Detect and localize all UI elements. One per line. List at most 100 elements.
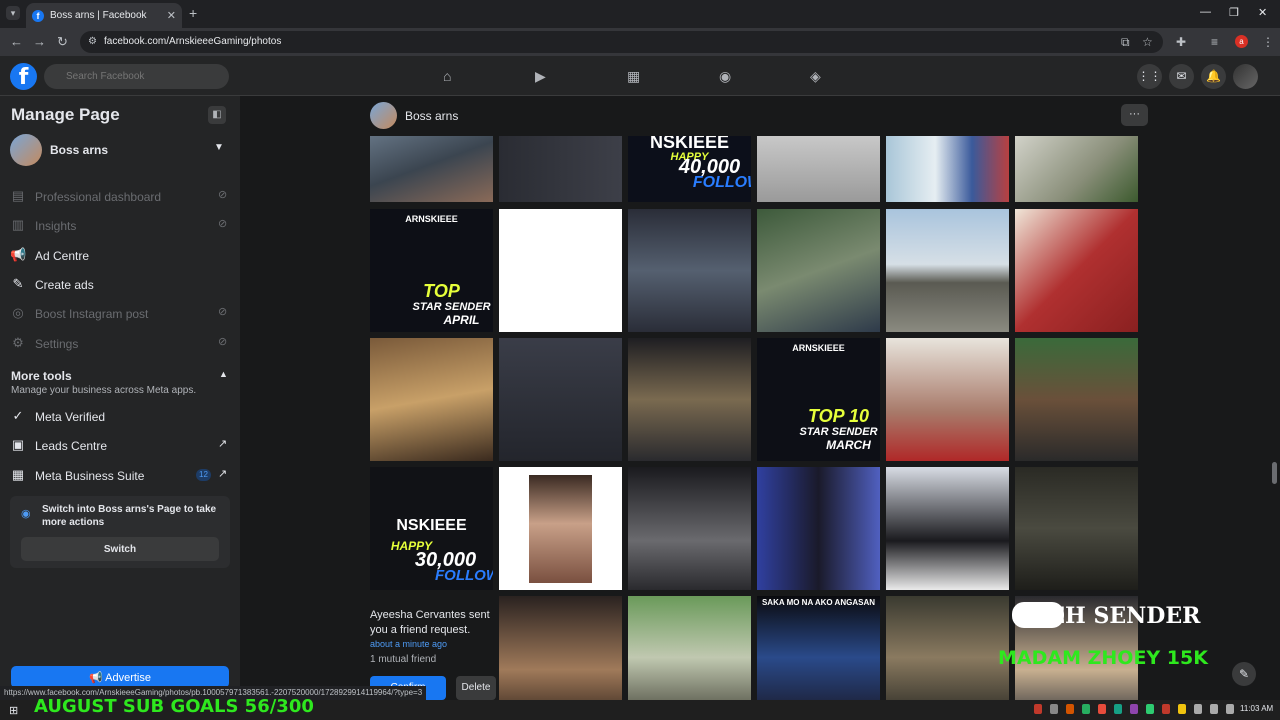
account-avatar[interactable]: [1233, 64, 1258, 89]
url-field[interactable]: ⚙ facebook.com/ArnskieeeGaming/photos: [80, 31, 1163, 53]
chevron-up-icon[interactable]: ▲: [219, 369, 228, 379]
browser-tab[interactable]: f Boss arns | Facebook ✕: [26, 3, 182, 28]
photo-thumbnail[interactable]: [1015, 209, 1138, 332]
sidebar-item-create-ads[interactable]: ✎ Create ads: [10, 274, 230, 296]
search-input[interactable]: [44, 64, 229, 89]
photo-thumbnail[interactable]: [499, 596, 622, 700]
photo-thumbnail[interactable]: NSKIEEE HAPPY 30,000 FOLLOW: [370, 467, 493, 590]
sidebar-item-meta-verified[interactable]: ✓ Meta Verified: [10, 406, 230, 428]
photo-thumbnail[interactable]: [499, 209, 622, 332]
battery-icon[interactable]: [1226, 704, 1234, 714]
notifications-icon[interactable]: 🔔: [1201, 64, 1226, 89]
marketplace-icon[interactable]: ▦: [627, 68, 640, 85]
sidebar-item-settings[interactable]: ⚙ Settings ⊘: [10, 333, 230, 355]
photo-thumbnail[interactable]: [757, 136, 880, 202]
tray-app-icon[interactable]: [1146, 704, 1154, 714]
cast-icon[interactable]: ⧉: [1121, 35, 1130, 50]
tray-app-icon[interactable]: [1098, 704, 1106, 714]
photo-thumbnail[interactable]: [370, 338, 493, 461]
gaming-icon[interactable]: ◈: [810, 68, 821, 85]
messenger-icon[interactable]: ✉: [1169, 64, 1194, 89]
photo-thumbnail[interactable]: [499, 467, 622, 590]
reload-icon[interactable]: ↻: [57, 34, 68, 50]
forward-icon[interactable]: →: [33, 34, 46, 49]
sidebar-item-ad-centre[interactable]: 📢 Ad Centre: [10, 245, 230, 267]
external-link-icon: ↗: [218, 438, 228, 450]
tray-app-icon[interactable]: [1130, 704, 1138, 714]
photo-caption: ARNSKIEEE: [792, 343, 845, 353]
photo-thumbnail[interactable]: [886, 596, 1009, 700]
facebook-favicon-icon: f: [32, 9, 44, 22]
tray-app-icon[interactable]: [1050, 704, 1058, 714]
photo-caption: STAR SENDER: [799, 426, 878, 438]
windows-start-icon[interactable]: ⊞: [9, 704, 18, 717]
photo-thumbnail[interactable]: [886, 467, 1009, 590]
minimize-icon[interactable]: —: [1200, 6, 1211, 18]
more-tools-heading[interactable]: More tools: [11, 369, 72, 383]
back-icon[interactable]: ←: [10, 34, 23, 49]
photo-thumbnail[interactable]: [628, 596, 751, 700]
menu-grid-icon[interactable]: ⋮⋮: [1137, 64, 1162, 89]
tray-app-icon[interactable]: [1178, 704, 1186, 714]
advertise-button[interactable]: 📢 Advertise: [11, 666, 229, 688]
media-control-icon[interactable]: ≡: [1211, 35, 1218, 49]
site-info-icon[interactable]: ⚙: [88, 31, 97, 53]
photo-thumbnail[interactable]: SAKA MO NA AKO ANGASAN: [757, 596, 880, 700]
photo-thumbnail[interactable]: [1015, 467, 1138, 590]
photo-thumbnail[interactable]: [370, 136, 493, 202]
tray-app-icon[interactable]: [1162, 704, 1170, 714]
page-header-avatar[interactable]: [370, 102, 397, 129]
facebook-logo-icon[interactable]: f: [10, 63, 37, 90]
photo-thumbnail[interactable]: [1015, 338, 1138, 461]
volume-icon[interactable]: [1210, 704, 1218, 714]
photo-thumbnail[interactable]: [499, 136, 622, 202]
photo-thumbnail[interactable]: [1015, 136, 1138, 202]
switch-button[interactable]: Switch: [21, 537, 219, 561]
tab-close-icon[interactable]: ✕: [167, 9, 176, 22]
collapse-sidebar-icon[interactable]: ◧: [208, 106, 226, 124]
wifi-icon[interactable]: [1194, 704, 1202, 714]
browser-profile-icon[interactable]: a: [1235, 35, 1248, 48]
restore-icon[interactable]: ❐: [1229, 6, 1239, 19]
bookmark-star-icon[interactable]: ☆: [1142, 35, 1153, 49]
tray-app-icon[interactable]: [1034, 704, 1042, 714]
photo-thumbnail[interactable]: ARNSKIEEE TOP STAR SENDER APRIL: [370, 209, 493, 332]
sidebar-item-leads-centre[interactable]: ▣ Leads Centre ↗: [10, 435, 230, 457]
photo-thumbnail[interactable]: [628, 209, 751, 332]
photo-thumbnail[interactable]: [886, 209, 1009, 332]
photo-thumbnail[interactable]: [628, 338, 751, 461]
photo-thumbnail[interactable]: [628, 467, 751, 590]
tray-app-icon[interactable]: [1066, 704, 1074, 714]
sidebar-item-boost-instagram[interactable]: ◎ Boost Instagram post ⊘: [10, 303, 230, 325]
clock[interactable]: 11:03 AM: [1240, 704, 1273, 713]
new-message-icon[interactable]: ✎: [1232, 662, 1256, 686]
sidebar-item-professional-dashboard[interactable]: ▤ Professional dashboard ⊘: [10, 186, 230, 208]
page-header-name[interactable]: Boss arns: [405, 109, 458, 123]
insights-icon: ▥: [11, 217, 25, 232]
delete-button[interactable]: Delete: [456, 676, 496, 700]
photo-thumbnail[interactable]: NSKIEEE HAPPY 40,000 FOLLOW: [628, 136, 751, 202]
page-scrollbar[interactable]: [1271, 96, 1277, 686]
photo-thumbnail[interactable]: [757, 467, 880, 590]
page-switcher[interactable]: Boss arns ▼: [10, 134, 230, 166]
tab-search-icon[interactable]: ▾: [6, 6, 20, 20]
home-icon[interactable]: ⌂: [443, 68, 451, 84]
groups-icon[interactable]: ◉: [719, 68, 731, 85]
photo-thumbnail[interactable]: [886, 338, 1009, 461]
new-tab-button[interactable]: +: [189, 5, 197, 21]
close-window-icon[interactable]: ✕: [1258, 6, 1267, 19]
sidebar-item-label: Meta Business Suite: [35, 469, 145, 483]
extensions-icon[interactable]: ✚: [1176, 35, 1186, 49]
friend-request-notification[interactable]: Ayeesha Cervantes sent you a friend requ…: [370, 600, 496, 700]
more-options-button[interactable]: ···: [1121, 104, 1148, 126]
tray-app-icon[interactable]: [1114, 704, 1122, 714]
tray-app-icon[interactable]: [1082, 704, 1090, 714]
video-icon[interactable]: ▶: [535, 68, 546, 85]
photo-thumbnail[interactable]: [886, 136, 1009, 202]
photo-thumbnail[interactable]: [757, 209, 880, 332]
browser-menu-icon[interactable]: ⋮: [1262, 35, 1274, 49]
photo-thumbnail[interactable]: ARNSKIEEE TOP 10 STAR SENDER MARCH: [757, 338, 880, 461]
sidebar-item-insights[interactable]: ▥ Insights ⊘: [10, 215, 230, 237]
scrollbar-thumb[interactable]: [1272, 462, 1277, 484]
photo-thumbnail[interactable]: [499, 338, 622, 461]
